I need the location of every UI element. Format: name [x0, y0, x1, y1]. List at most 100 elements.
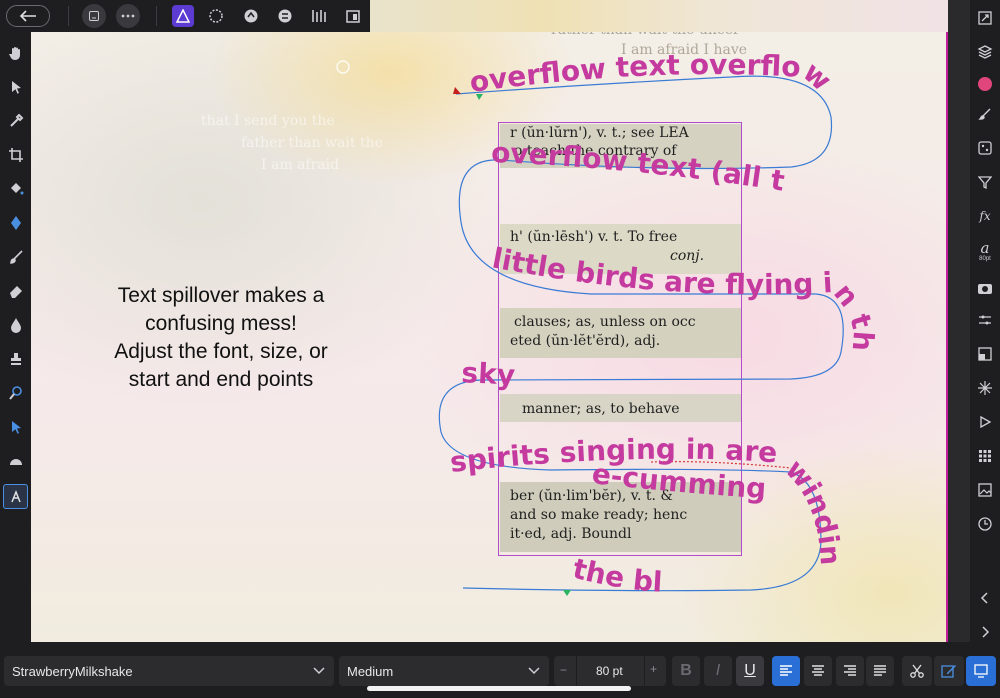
decrease-size-button[interactable]: −: [560, 663, 567, 677]
font-size-value[interactable]: 80 pt: [596, 664, 623, 678]
document-icon: [89, 11, 99, 21]
collapse-right-button[interactable]: [973, 620, 997, 644]
clock-icon: [978, 517, 992, 531]
photos-button[interactable]: [973, 478, 997, 502]
canvas-size-button[interactable]: [973, 6, 997, 30]
canvas-indicator-icon: [336, 60, 350, 74]
font-size-stepper[interactable]: − 80 pt +: [554, 656, 666, 686]
studio-panel: fx a 80pt: [970, 0, 1000, 642]
designer-persona-icon: [176, 9, 190, 23]
swatches-button[interactable]: [973, 136, 997, 160]
settings-persona-button[interactable]: [274, 4, 296, 28]
grid-persona-button[interactable]: [308, 4, 330, 28]
top-toolbar: [0, 0, 370, 32]
path-start-handle[interactable]: [453, 87, 461, 94]
arrow-left-icon: [19, 10, 36, 22]
selection-tool[interactable]: [3, 414, 28, 439]
adjustments-button[interactable]: [973, 170, 997, 194]
effects-button[interactable]: [973, 376, 997, 400]
more-button[interactable]: [116, 4, 140, 28]
color-picker-tool[interactable]: [3, 108, 28, 133]
chevron-left-icon: [980, 592, 988, 604]
italic-button[interactable]: I: [704, 656, 732, 686]
character-icon: a: [980, 238, 990, 257]
align-center-button[interactable]: [804, 656, 832, 686]
dodge-icon: [8, 385, 22, 400]
brush-tool[interactable]: [3, 244, 28, 269]
transform-button[interactable]: [973, 308, 997, 332]
designer-persona-button[interactable]: [172, 5, 194, 27]
justify-button[interactable]: [866, 656, 894, 686]
paint-bucket-icon: [10, 182, 23, 194]
navigator-icon: [978, 347, 992, 361]
columns-icon: [312, 10, 326, 22]
crop-icon: [8, 147, 23, 162]
layout-icon: [346, 10, 360, 23]
home-indicator[interactable]: [367, 686, 631, 691]
paintbrush-icon: [9, 249, 23, 264]
bold-label: B: [680, 662, 692, 679]
pen-tool[interactable]: [3, 210, 28, 235]
history-button[interactable]: [973, 512, 997, 536]
brushes-button[interactable]: [973, 102, 997, 126]
export-persona-button[interactable]: [240, 4, 262, 28]
export-persona-icon: [244, 9, 258, 23]
hand-tool[interactable]: [3, 40, 28, 65]
pixel-persona-button[interactable]: [205, 4, 227, 28]
grid-button[interactable]: [973, 444, 997, 468]
blur-tool[interactable]: [3, 312, 28, 337]
align-right-button[interactable]: [836, 656, 864, 686]
collapse-left-button[interactable]: [973, 586, 997, 610]
dodge-tool[interactable]: [3, 380, 28, 405]
scissors-icon: [910, 664, 924, 678]
fill-tool[interactable]: [3, 176, 28, 201]
stock-button[interactable]: [973, 276, 997, 300]
move-tool[interactable]: [3, 74, 28, 99]
underline-button[interactable]: U: [736, 656, 764, 686]
layout-persona-button[interactable]: [342, 4, 364, 28]
camera-icon: [978, 284, 992, 294]
font-weight-dropdown[interactable]: Medium: [339, 656, 549, 686]
path-text-line: sky: [461, 356, 516, 392]
color-button[interactable]: [973, 72, 997, 96]
chevron-right-icon: [982, 626, 990, 638]
document-button[interactable]: [82, 4, 106, 28]
edit-text-button[interactable]: [934, 656, 964, 686]
increase-size-button[interactable]: +: [650, 662, 657, 676]
justify-icon: [874, 665, 886, 676]
path-text-line: overflow text (all the merry: [491, 136, 946, 348]
fx-icon: fx: [979, 209, 991, 223]
pen-nib-icon: [10, 215, 21, 230]
italic-label: I: [715, 662, 721, 679]
play-button[interactable]: [973, 410, 997, 434]
text-on-path[interactable]: overflow text overflow overflow text (al…: [31, 32, 946, 642]
sparkle-icon: [978, 381, 992, 395]
document-canvas[interactable]: that I send you the father than wait the…: [31, 32, 946, 642]
align-left-button[interactable]: [772, 656, 800, 686]
eraser-icon: [9, 285, 22, 298]
stamp-tool[interactable]: [3, 346, 28, 371]
bold-button[interactable]: B: [672, 656, 700, 686]
grid-icon: [979, 450, 991, 462]
brush-icon: [978, 108, 991, 120]
underline-label: U: [744, 662, 756, 679]
eyedropper-icon: [9, 113, 23, 127]
chevron-down-icon: [313, 667, 325, 675]
crop-tool[interactable]: [3, 142, 28, 167]
eraser-tool[interactable]: [3, 278, 28, 303]
path-end-marker[interactable]: [563, 590, 571, 596]
text-tool[interactable]: [3, 484, 28, 509]
more-icon: [121, 14, 135, 18]
navigator-button[interactable]: [973, 342, 997, 366]
text-frame-button[interactable]: [966, 656, 996, 686]
cursor-arrow-icon: [11, 80, 21, 94]
filter-funnel-icon: [978, 176, 992, 189]
character-button[interactable]: a 80pt: [973, 236, 997, 266]
cut-button[interactable]: [902, 656, 932, 686]
font-family-dropdown[interactable]: StrawberryMilkshake: [4, 656, 334, 686]
layers-button[interactable]: [973, 40, 997, 64]
chevron-down-icon: [528, 667, 540, 675]
fx-button[interactable]: fx: [973, 204, 997, 228]
back-button[interactable]: [6, 5, 50, 27]
shape-tool[interactable]: [3, 448, 28, 473]
